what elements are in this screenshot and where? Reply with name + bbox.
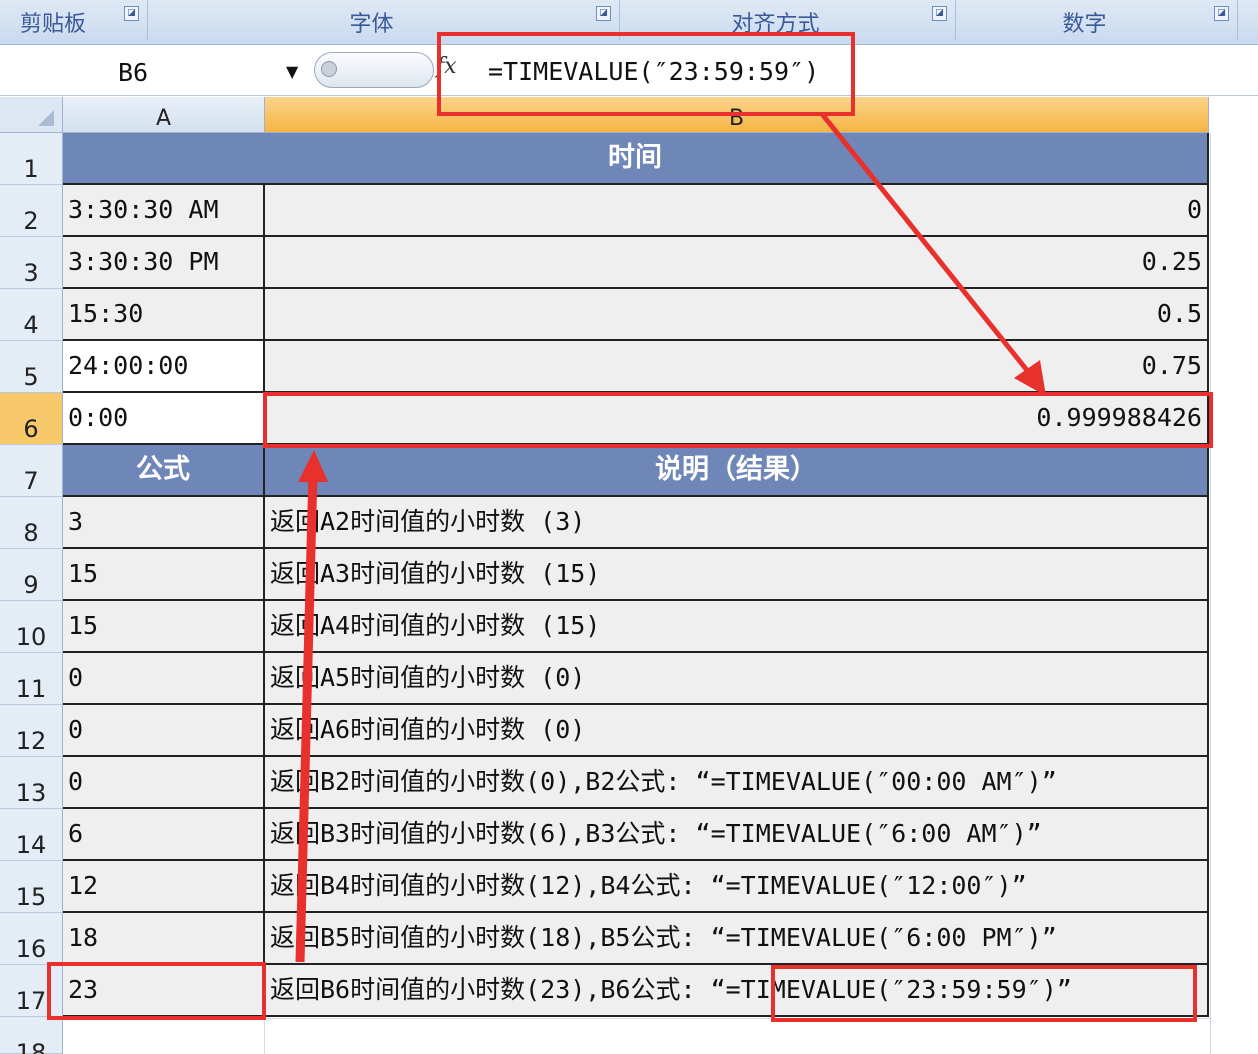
arrow-a17-to-result xyxy=(295,450,328,963)
annotation-arrows xyxy=(295,112,1046,963)
arrow-formula-to-result xyxy=(820,112,1046,396)
